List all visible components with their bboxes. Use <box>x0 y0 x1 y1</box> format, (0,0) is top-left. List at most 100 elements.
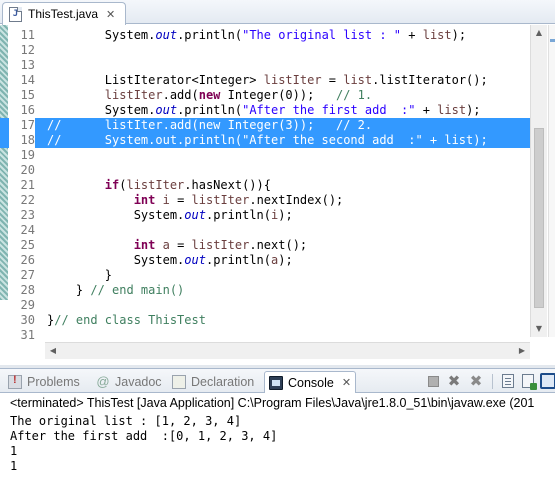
close-icon[interactable]: ✕ <box>106 8 115 21</box>
horizontal-scrollbar[interactable]: ◀ ▶ <box>45 342 530 359</box>
console-output-line: 1 <box>10 459 18 473</box>
line-number: 18 <box>9 133 35 148</box>
remove-all-terminated-button[interactable]: ✖ <box>468 373 484 389</box>
code-text: } // end main() <box>47 283 185 297</box>
code-line[interactable]: 19 <box>0 148 530 163</box>
line-number: 16 <box>20 103 35 117</box>
line-number: 25 <box>20 238 35 252</box>
code-text: // System.out.println("After the second … <box>47 133 488 147</box>
code-line[interactable]: 30 }// end class ThisTest <box>0 313 530 328</box>
code-line[interactable]: 28 } // end main() <box>0 283 530 298</box>
line-number: 30 <box>20 313 35 327</box>
declaration-icon <box>172 375 186 389</box>
selected-code-line[interactable]: 17 // listIter.add(new Integer(3)); // 2. <box>0 118 530 133</box>
line-number: 22 <box>20 193 35 207</box>
pin-console-button[interactable] <box>540 373 555 389</box>
tab-declaration[interactable]: Declaration <box>172 372 254 392</box>
code-text: System.out.println(i); <box>47 208 293 222</box>
line-number: 14 <box>20 73 35 87</box>
java-file-icon: J <box>9 6 22 22</box>
code-line[interactable]: 26 System.out.println(a); <box>0 253 530 268</box>
code-line[interactable]: 23 System.out.println(i); <box>0 208 530 223</box>
code-line[interactable]: 27 } <box>0 268 530 283</box>
vertical-scroll-thumb[interactable] <box>534 128 544 308</box>
code-text: System.out.println("The original list : … <box>47 28 467 42</box>
code-line[interactable]: 29 <box>0 298 530 313</box>
tab-javadoc[interactable]: @ Javadoc <box>96 372 162 392</box>
console-icon <box>269 375 283 390</box>
scroll-left-icon[interactable]: ◀ <box>45 343 61 359</box>
tab-problems[interactable]: Problems <box>8 372 80 392</box>
toolbar-separator <box>492 374 493 389</box>
code-text: } <box>47 268 113 282</box>
scroll-right-icon[interactable]: ▶ <box>514 343 530 359</box>
terminate-button[interactable] <box>425 373 441 389</box>
editor-tab-label: ThisTest.java <box>28 7 99 21</box>
code-line[interactable]: 11 System.out.println("The original list… <box>0 28 530 43</box>
code-line[interactable]: 12 <box>0 43 530 58</box>
code-line[interactable]: 21 if(listIter.hasNext()){ <box>0 178 530 193</box>
line-number: 29 <box>20 298 35 312</box>
code-text: listIter.add(new Integer(0)); // 1. <box>104 88 373 102</box>
overview-ruler[interactable] <box>548 25 555 337</box>
scroll-up-icon[interactable]: ▲ <box>531 25 547 41</box>
line-number: 31 <box>20 328 35 342</box>
javadoc-icon: @ <box>96 374 110 389</box>
scroll-lock-button[interactable] <box>500 373 516 389</box>
word-wrap-button[interactable] <box>520 373 537 390</box>
selected-code-line[interactable]: 18 // System.out.println("After the secon… <box>0 133 530 148</box>
console-output-line: After the first add :[0, 1, 2, 3, 4] <box>10 429 278 443</box>
code-line[interactable]: 31 <box>0 328 530 343</box>
line-number: 24 <box>20 223 35 237</box>
line-number: 20 <box>20 163 35 177</box>
line-number: 23 <box>20 208 35 222</box>
code-text: int i = listIter.nextIndex(); <box>133 193 344 207</box>
remove-all-icon: ✖ <box>469 372 483 390</box>
code-editor[interactable]: 11 System.out.println("The original list… <box>0 25 555 365</box>
code-line[interactable]: 14 ListIterator<Integer> listIter = list… <box>0 73 530 88</box>
pin-icon <box>540 373 555 389</box>
word-wrap-icon <box>522 374 537 390</box>
code-text: System.out.println(a); <box>47 253 293 267</box>
line-number: 27 <box>20 268 35 282</box>
line-number: 13 <box>20 58 35 72</box>
line-number: 12 <box>20 43 35 57</box>
line-number: 11 <box>20 28 35 42</box>
line-number: 15 <box>20 88 35 102</box>
console-output-line: The original list : [1, 2, 3, 4] <box>10 414 242 428</box>
overview-marker[interactable] <box>550 39 555 42</box>
terminate-icon <box>427 375 439 387</box>
code-text: int a = listIter.next(); <box>133 238 308 252</box>
line-number: 21 <box>20 178 35 192</box>
code-line[interactable]: 16 System.out.println("After the first a… <box>0 103 530 118</box>
bottom-view-tab-bar: Problems @ Javadoc Declaration Console ✕… <box>0 368 555 393</box>
close-icon[interactable]: ✕ <box>342 376 351 389</box>
console-output[interactable]: <terminated> ThisTest [Java Application]… <box>0 393 555 490</box>
code-line[interactable]: 13 <box>0 58 530 73</box>
code-text: ListIterator<Integer> listIter = list.li… <box>47 73 488 87</box>
code-line[interactable]: 15 listIter.add(new Integer(0)); // 1. <box>0 88 530 103</box>
code-text: }// end class ThisTest <box>47 313 206 327</box>
code-line[interactable]: 24 <box>0 223 530 238</box>
scroll-down-icon[interactable]: ▼ <box>531 321 547 337</box>
console-output-line: 1 <box>10 444 18 458</box>
editor-tab[interactable]: J ThisTest.java ✕ <box>2 2 126 25</box>
problems-icon <box>8 374 22 389</box>
code-line[interactable]: 22 int i = listIter.nextIndex(); <box>0 193 530 208</box>
editor-tab-bar: J ThisTest.java ✕ <box>0 0 555 25</box>
process-status-label: <terminated> ThisTest [Java Application]… <box>10 396 535 410</box>
remove-icon: ✖ <box>447 372 461 390</box>
tab-console[interactable]: Console ✕ <box>264 371 357 393</box>
code-line[interactable]: 20 <box>0 163 530 178</box>
vertical-scrollbar[interactable]: ▲ ▼ <box>530 25 547 337</box>
line-number: 28 <box>20 283 35 297</box>
tab-javadoc-label: Javadoc <box>115 375 162 389</box>
code-text: // listIter.add(new Integer(3)); // 2. <box>47 118 373 132</box>
tab-console-label: Console <box>288 375 334 390</box>
code-text: System.out.println("After the first add … <box>47 103 481 117</box>
remove-launch-button[interactable]: ✖ <box>446 373 462 389</box>
scroll-lock-icon <box>502 374 514 388</box>
line-number: 26 <box>20 253 35 267</box>
line-number: 17 <box>9 118 35 133</box>
code-line[interactable]: 25 int a = listIter.next(); <box>0 238 530 253</box>
